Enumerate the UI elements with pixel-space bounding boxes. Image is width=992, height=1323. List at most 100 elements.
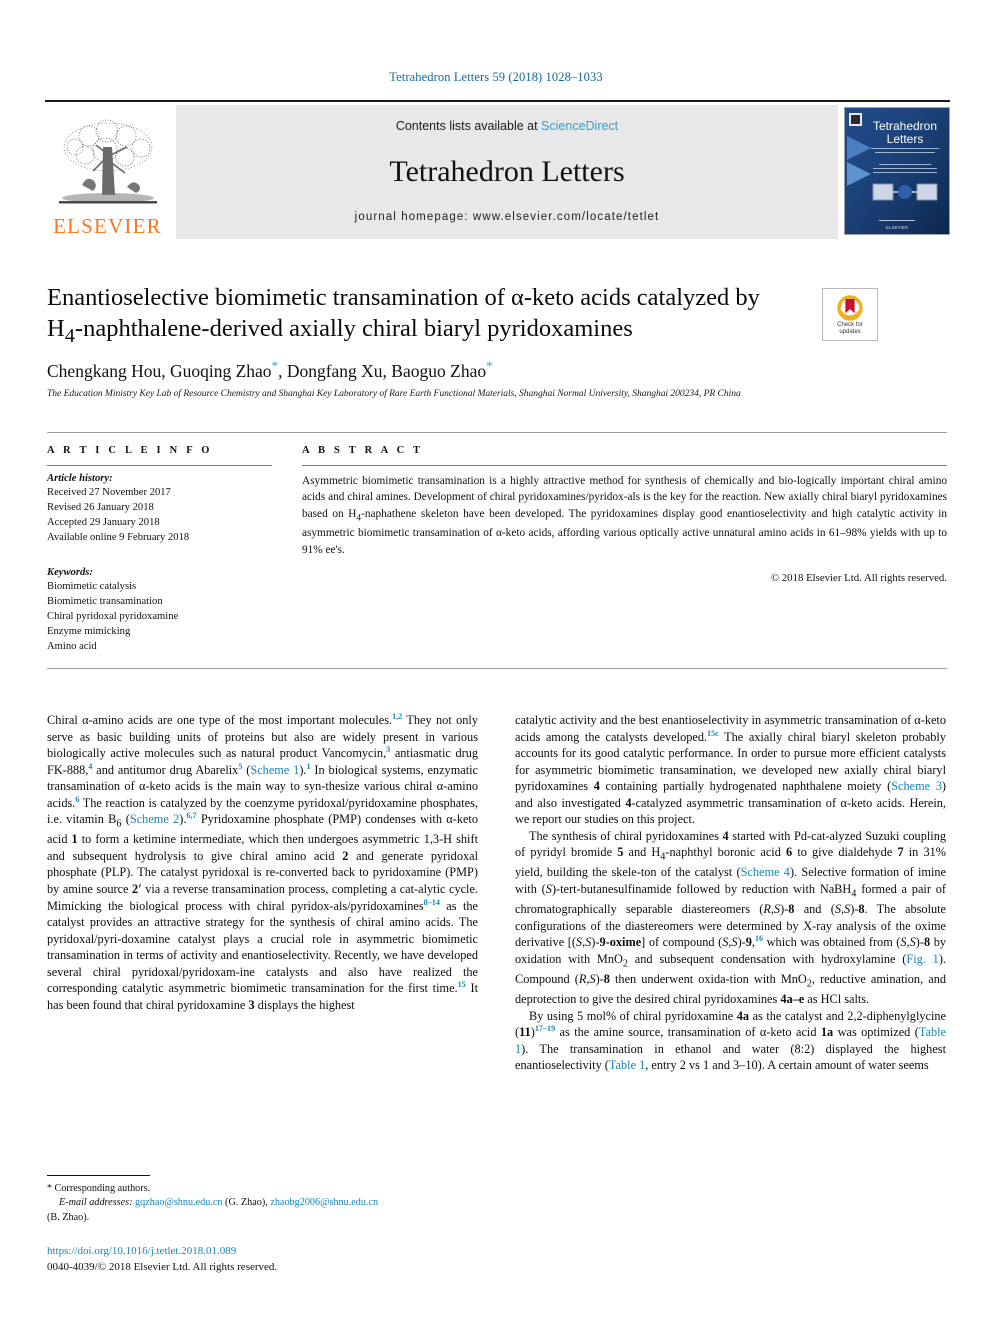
abstract-part2: -naphathene skeleton have been developed… [302,507,948,556]
copyright-line: © 2018 Elsevier Ltd. All rights reserved… [770,571,947,584]
email-label: E-mail addresses: [59,1197,133,1209]
ref-link[interactable]: 16 [755,934,763,943]
stereo-descriptor: S,S [834,902,851,917]
rp3-g: , entry 2 vs 1 and 3–10). A certain amou… [645,1058,929,1073]
scheme-4-link[interactable]: Scheme 4 [741,865,790,879]
title-block: Enantioselective biomimetic transaminati… [47,283,807,349]
history-received: Received 27 November 2017 [47,487,171,498]
ref-link[interactable]: 17–19 [535,1024,555,1033]
ref-link[interactable]: 8–14 [424,897,440,906]
crossmark-icon [837,295,863,321]
ref-link[interactable]: 15 [458,980,466,989]
authors-part-a: Chengkang Hou, Guoqing Zhao [47,360,272,381]
keywords-label: Keywords: [47,567,93,579]
cover-artwork: Tetrahedron Letters ELSEVIER [845,108,949,234]
sciencedirect-link[interactable]: ScienceDirect [541,119,618,133]
lp1-d: and antitumor drug Abarelix [92,762,239,777]
right-paragraph-3: By using 5 mol% of chiral pyridoxamine 4… [515,1008,946,1074]
contents-prefix: Contents lists available at [395,119,542,133]
journal-homepage-link[interactable]: journal homepage: www.elsevier.com/locat… [355,211,660,223]
abstract-rule [302,465,947,466]
ref-link[interactable]: 6,7 [186,811,196,820]
stereo-descriptor: S,S [575,935,592,950]
svg-text:Letters: Letters [887,132,924,146]
email-owner-1: (G. Zhao), [222,1197,268,1209]
article-info-column: A R T I C L E I N F O Article history: R… [47,445,290,654]
elsevier-logo: ELSEVIER [45,105,170,239]
compound-label: 1a [820,1025,834,1040]
compound-label: 9-oxime [599,935,642,950]
article-history-label: Article history: [47,473,113,484]
scheme-1-link[interactable]: Scheme 1 [250,763,299,777]
footnote-rule [47,1175,150,1176]
author-list: Chengkang Hou, Guoqing Zhao *, Dongfang X… [47,358,907,382]
email-link-2[interactable]: zhaobg2006@shnu.edu.cn [270,1197,378,1208]
paper-title-line1: Enantioselective biomimetic transaminati… [47,284,760,311]
svg-text:Tetrahedron: Tetrahedron [873,119,937,133]
history-available-online: Available online 9 February 2018 [47,532,190,544]
lp1-a: Chiral α-amino acids are one type of the… [47,713,393,727]
journal-cover-thumbnail: Tetrahedron Letters ELSEVIER [844,107,950,235]
rp2-a: The synthesis of chiral pyridoxamines [529,828,723,843]
compound-label: 11 [519,1025,531,1040]
doi-link[interactable]: https://doi.org/10.1016/j.tetlet.2018.01… [47,1244,478,1260]
stereo-descriptor: S,S [900,935,916,950]
journal-masthead: ELSEVIER Contents lists available at Sci… [45,100,950,239]
doi-block: https://doi.org/10.1016/j.tetlet.2018.01… [47,1244,478,1276]
authors-part-b: , Dongfang Xu, Baoguo Zhao [278,360,487,381]
rp2-c: and H [623,845,661,860]
crossmark-badge[interactable]: Check for updates [822,288,878,341]
email-owner-2: (B. Zhao). [47,1211,90,1223]
corresponding-author-note: * Corresponding authors. E-mail addresse… [47,1182,478,1225]
right-column: catalytic activity and the best enantios… [515,712,946,1074]
stereo-descriptor: S,S [722,935,738,950]
issn-copyright-line: 0040-4039/© 2018 Elsevier Ltd. All right… [47,1260,278,1273]
article-page: Tetrahedron Letters 59 (2018) 1028–1033 [0,0,992,1323]
rp2-k: and ( [794,902,835,917]
compound-label: 4a [736,1008,750,1023]
abstract-heading: A B S T R A C T [302,445,424,456]
abstract-text: Asymmetric biomimetic transamination is … [302,473,947,558]
footnote-block: * Corresponding authors. E-mail addresse… [47,1175,478,1225]
rp2-w: )- [595,972,604,987]
article-info-rule [47,465,272,466]
left-paragraph-1: Chiral α-amino acids are one type of the… [47,712,478,1013]
rp2-x: then underwent oxida-tion with MnO [609,972,807,987]
body-columns: Chiral α-amino acids are one type of the… [47,712,947,1074]
table-1-link[interactable]: Table 1 [609,1058,645,1072]
keyword-item: Biomimetic catalysis [47,581,137,593]
email-link-1[interactable]: gqzhao@shnu.edu.cn [135,1197,222,1208]
contents-available-line: Contents lists available at ScienceDirec… [396,119,618,133]
corresponding-marker-2[interactable]: * [486,358,493,373]
compound-label: 2′ [132,882,142,897]
rp3-e: was optimized ( [833,1025,919,1040]
rp2-n: )- [591,935,600,950]
right-paragraph-2: The synthesis of chiral pyridoxamines 4 … [515,828,946,1008]
ref-link[interactable]: 15c [707,728,719,737]
journal-band: Contents lists available at ScienceDirec… [176,105,838,239]
scheme-3-link[interactable]: Scheme 3 [891,779,942,793]
rp2-p: )- [737,935,746,950]
affiliation: The Education Ministry Key Lab of Resour… [47,388,741,399]
paper-title-line2-post: -naphthalene-derived axially chiral biar… [74,314,633,342]
keywords-block: Keywords: Biomimetic catalysis Biomimeti… [47,567,272,654]
rp2-r: which was obtained from ( [763,935,901,950]
rp3-a: By using 5 mol% of chiral pyridoxamine [529,1008,737,1023]
rp2-o: ] of compound ( [641,935,723,950]
ref-link[interactable]: 1,2 [392,712,402,721]
journal-title: Tetrahedron Letters [389,155,625,188]
info-abstract-band: A R T I C L E I N F O Article history: R… [47,432,947,670]
stereo-descriptor: R,S [578,972,596,987]
figure-1-link[interactable]: Fig. 1 [906,952,938,966]
rp2-z: as HCl salts. [804,992,870,1007]
rp2-d: -naphthyl boronic acid [665,845,787,860]
scheme-2-link[interactable]: Scheme 2 [130,812,179,826]
crossmark-line1: Check for [837,322,863,329]
elsevier-tree-icon [58,119,157,204]
paper-title-subscript: 4 [64,324,75,347]
rp2-u: and subsequent condensation with hydroxy… [627,951,907,966]
article-info-heading: A R T I C L E I N F O [47,445,213,456]
lp1-o: as the catalyst provides an attractive s… [47,898,478,996]
rp1-c: containing partially hydrogenated naphth… [599,779,892,794]
right-paragraph-1: catalytic activity and the best enantios… [515,712,946,828]
